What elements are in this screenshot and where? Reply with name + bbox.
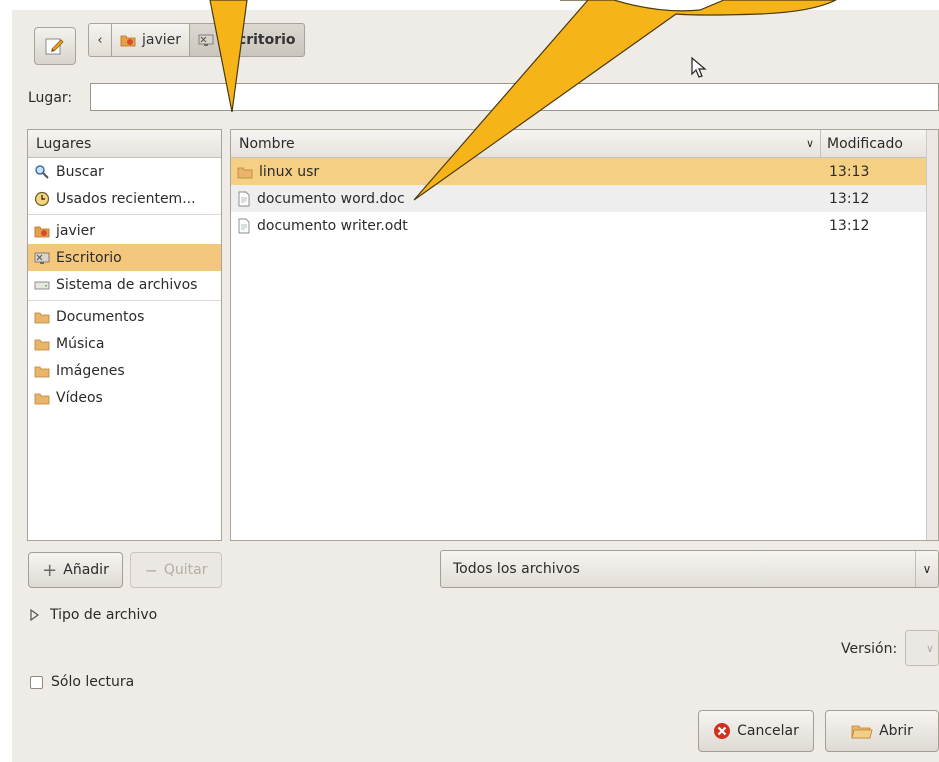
cancel-button[interactable]: Cancelar [698,710,814,752]
search-icon [35,164,49,179]
file-list-pane: Nombre ∨ Modificado linux usr 13:13 docu… [230,129,939,541]
place-label: Sistema de archivos [56,276,198,293]
cancel-icon [714,723,731,739]
file-open-dialog: ‹ javier Escritorio Lugar: Lugares Busca… [12,10,939,762]
chevron-left-icon: ‹ [97,32,103,48]
readonly-checkbox[interactable] [30,675,43,689]
place-label: Usados recientem... [56,190,196,207]
file-type-expander[interactable]: Tipo de archivo [30,607,157,623]
remove-bookmark-button[interactable]: − Quitar [130,552,222,588]
open-label: Abrir [879,723,913,739]
cancel-label: Cancelar [737,723,799,739]
places-separator [28,214,221,215]
places-separator [28,300,221,301]
file-filter-combo[interactable]: Todos los archivos ∨ [440,550,939,588]
drive-icon [34,281,50,289]
places-pane: Lugares Buscar Usados recientem... javie… [27,129,222,541]
file-modified: 13:12 [829,217,870,234]
file-name: documento writer.odt [257,217,408,234]
file-name: documento word.doc [257,190,405,207]
type-location-button[interactable] [34,27,76,65]
add-label: Añadir [63,562,109,578]
file-row-linux-usr[interactable]: linux usr 13:13 [231,158,938,185]
place-item-escritorio[interactable]: Escritorio [28,244,221,271]
folder-icon [34,339,50,350]
sort-chevron-down-icon: ∨ [805,137,814,150]
place-label: Imágenes [56,362,125,379]
location-input[interactable] [90,83,939,111]
file-name: linux usr [259,163,320,180]
chevron-down-icon: ∨ [925,641,934,655]
file-row-documento-word[interactable]: documento word.doc 13:12 [231,185,938,212]
file-row-documento-writer[interactable]: documento writer.odt 13:12 [231,212,938,239]
places-header[interactable]: Lugares [28,130,221,158]
expander-arrow-icon [30,609,40,621]
place-label: Documentos [56,308,145,325]
edit-pencil-icon [45,38,64,55]
location-label: Lugar: [28,90,73,106]
breadcrumb-label: javier [142,32,182,48]
folder-icon [237,167,253,178]
plus-icon: + [42,559,58,581]
breadcrumb-label: Escritorio [220,32,296,48]
place-item-videos[interactable]: Vídeos [28,384,221,411]
place-label: javier [56,222,96,239]
open-folder-icon [851,725,873,739]
name-column-label: Nombre [239,135,295,152]
place-label: Escritorio [56,249,122,266]
place-item-musica[interactable]: Música [28,330,221,357]
add-bookmark-button[interactable]: + Añadir [28,552,123,588]
file-type-label: Tipo de archivo [50,607,158,623]
place-item-imagenes[interactable]: Imágenes [28,357,221,384]
recent-icon [34,191,50,206]
place-item-recent[interactable]: Usados recientem... [28,185,221,212]
desktop-icon [198,34,214,46]
minus-icon: − [144,560,158,580]
file-list-header: Nombre ∨ Modificado [231,130,938,158]
breadcrumb-escritorio[interactable]: Escritorio [189,23,305,57]
folder-icon [34,366,50,377]
place-item-filesystem[interactable]: Sistema de archivos [28,271,221,298]
document-icon [238,218,250,233]
breadcrumb-javier[interactable]: javier [111,23,191,57]
file-list-scrollbar[interactable] [926,130,938,540]
place-label: Música [56,335,105,352]
document-icon [238,191,250,206]
folder-icon [34,312,50,323]
path-bar: ‹ javier Escritorio [88,23,305,57]
version-combo[interactable]: ∨ [905,630,939,666]
place-item-buscar[interactable]: Buscar [28,158,221,185]
version-label: Versión: [841,641,898,657]
place-label: Buscar [56,163,104,180]
readonly-checkbox-row[interactable]: Sólo lectura [30,674,134,690]
place-item-documentos[interactable]: Documentos [28,303,221,330]
filter-value: Todos los archivos [453,561,580,577]
path-back-button[interactable]: ‹ [88,23,112,57]
modified-column-header[interactable]: Modificado [821,136,903,152]
home-folder-icon [120,35,136,47]
place-item-javier[interactable]: javier [28,217,221,244]
file-modified: 13:12 [829,190,870,207]
mouse-cursor-icon [691,56,707,78]
folder-icon [34,393,50,404]
place-label: Vídeos [56,389,103,406]
name-column-header[interactable]: Nombre ∨ [231,130,821,157]
open-button[interactable]: Abrir [825,710,939,752]
readonly-label: Sólo lectura [51,674,135,690]
home-folder-icon [34,226,50,237]
desktop-icon [34,252,50,264]
file-modified: 13:13 [829,163,870,180]
chevron-down-icon: ∨ [915,551,938,587]
remove-label: Quitar [163,562,208,578]
